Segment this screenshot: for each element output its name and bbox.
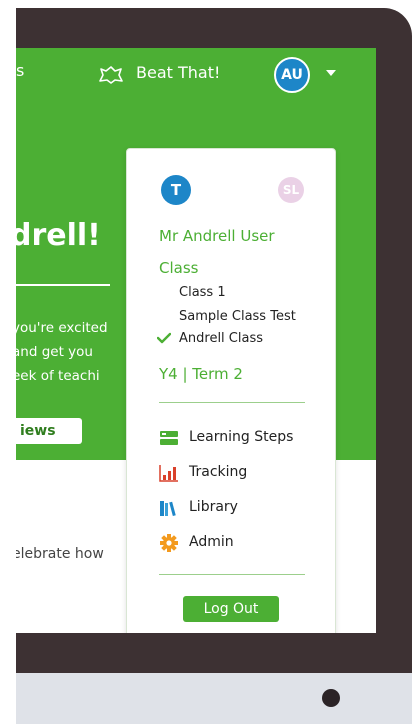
app-screen: s Beat That! AU drell! you're excited an… [16,48,376,633]
news-button[interactable]: iews [16,418,82,444]
menu-item-tracking[interactable]: Tracking [159,462,319,484]
secondary-user-avatar[interactable]: SL [278,177,304,203]
class-option-selected[interactable]: Andrell Class [179,331,263,346]
hero-text-line: you're excited [16,320,108,336]
class-option[interactable]: Class 1 [179,285,226,300]
user-dropdown-menu: T SL Mr Andrell User Class Class 1 Sampl… [126,148,336,633]
hero-divider [16,284,110,286]
menu-item-label: Tracking [189,464,248,480]
top-navigation-bar: s Beat That! AU [16,48,376,100]
library-books-icon [160,501,176,517]
menu-divider [159,402,305,403]
menu-item-label: Admin [189,534,234,550]
class-heading: Class [159,259,199,277]
class-option[interactable]: Sample Class Test [179,309,296,324]
body-text-line: elebrate how [16,546,104,562]
gear-icon [160,534,178,552]
menu-item-label: Learning Steps [189,429,294,445]
hero-text-line: and get you [16,344,93,360]
tracking-chart-icon [159,465,178,482]
menu-item-label: Library [189,499,238,515]
chevron-down-icon[interactable] [326,70,336,76]
teacher-avatar[interactable]: T [161,175,191,205]
menu-item-admin[interactable]: Admin [159,532,319,554]
beat-that-star-icon[interactable] [98,65,124,85]
home-button[interactable] [322,689,340,707]
user-avatar[interactable]: AU [274,57,310,93]
hero-text-line: eek of teachi [16,368,100,384]
user-name: Mr Andrell User [159,227,275,245]
nav-link-cropped[interactable]: s [16,61,24,80]
checkmark-icon [157,332,171,344]
menu-item-library[interactable]: Library [159,497,319,519]
menu-item-learning-steps[interactable]: Learning Steps [159,427,319,449]
log-out-button[interactable]: Log Out [183,596,279,622]
menu-divider [159,574,305,575]
hero-title: drell! [16,218,101,253]
beat-that-link[interactable]: Beat That! [136,63,220,82]
device-base [16,673,412,724]
learning-steps-icon [160,431,178,445]
year-term-label[interactable]: Y4 | Term 2 [159,365,243,383]
